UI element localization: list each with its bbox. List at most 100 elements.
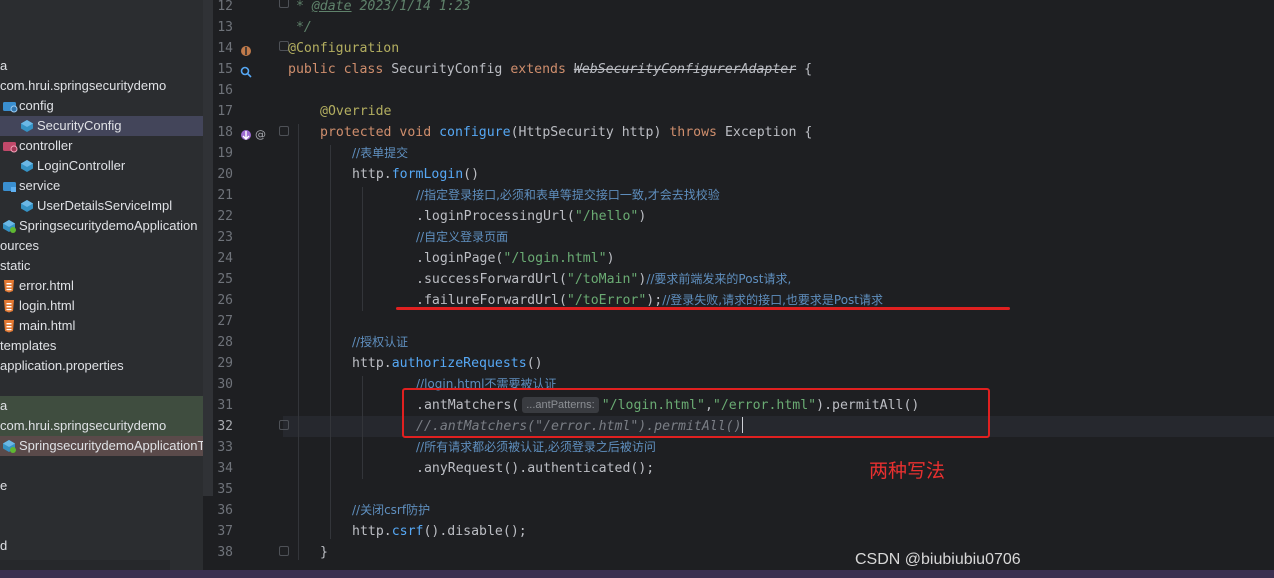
html-file-icon: [2, 319, 16, 333]
line-number: 15: [217, 62, 233, 77]
tree-item[interactable]: com.hrui.springsecuritydemo: [0, 416, 203, 436]
package-config-icon: [2, 99, 18, 113]
watermark: CSDN @biubiubiu0706: [855, 551, 1021, 568]
tree-item-label: UserDetailsServiceImpl: [37, 198, 173, 213]
line-number: 35: [217, 482, 233, 497]
class-icon: [20, 199, 34, 213]
tree-item-label: service: [19, 178, 61, 193]
line-number: 38: [217, 545, 233, 560]
line-number: 28: [217, 335, 233, 350]
tree-item-label: SpringsecuritydemoApplication: [19, 218, 198, 233]
tree-item[interactable]: static: [0, 256, 203, 276]
tree-item[interactable]: error.html: [0, 276, 203, 296]
tree-item[interactable]: config: [0, 96, 203, 116]
annotation-note: 两种写法: [869, 460, 946, 482]
code-line-28[interactable]: //授权认证: [352, 332, 408, 353]
fold-marker[interactable]: [279, 420, 289, 430]
app-class-icon: [2, 219, 16, 233]
tree-item[interactable]: SpringsecuritydemoApplication: [0, 216, 203, 236]
code-line-36[interactable]: //关闭csrf防护: [352, 500, 430, 521]
code-line-18[interactable]: protected void configure(HttpSecurity ht…: [320, 122, 812, 143]
tree-item-label: com.hrui.springsecuritydemo: [0, 418, 167, 433]
tree-item[interactable]: SpringsecuritydemoApplicationT: [0, 436, 203, 456]
tree-item-label: a: [0, 58, 8, 73]
svg-text:@: @: [255, 128, 266, 140]
indent-guide: [362, 376, 363, 479]
tree-item-label: templates: [0, 338, 57, 353]
annotation-gutter-icon[interactable]: @: [255, 125, 267, 141]
line-number: 27: [217, 314, 233, 329]
code-line-15[interactable]: public class SecurityConfig extends WebS…: [288, 59, 812, 80]
code-line-13[interactable]: */: [288, 17, 312, 38]
line-number: 21: [217, 188, 233, 203]
tree-item-label: d: [0, 538, 8, 553]
line-number: 30: [217, 377, 233, 392]
line-number: 26: [217, 293, 233, 308]
code-line-34[interactable]: .anyRequest().authenticated();: [416, 458, 654, 479]
code-line-33[interactable]: //所有请求都必须被认证,必须登录之后被访问: [416, 437, 656, 458]
tree-item[interactable]: SecurityConfig: [0, 116, 203, 136]
class-icon: [20, 159, 34, 173]
line-number-gutter: 12 13 14 15 16 17 18 19 20 21 22 23 24 25 26 27 28 29 30 31…: [213, 0, 289, 570]
html-file-icon: [2, 279, 16, 293]
line-number: 14: [217, 41, 233, 56]
indent-guide: [330, 145, 331, 539]
tree-item[interactable]: ources: [0, 236, 203, 256]
line-number: 13: [217, 20, 233, 35]
code-line-38[interactable]: }: [320, 542, 328, 563]
package-controller-icon: [2, 139, 18, 153]
tree-item[interactable]: controller: [0, 136, 203, 156]
code-line-19[interactable]: //表单提交: [352, 143, 408, 164]
test-class-icon: [2, 439, 16, 453]
fold-marker[interactable]: [279, 126, 289, 136]
bean-gutter-icon[interactable]: [240, 42, 252, 56]
line-number: 29: [217, 356, 233, 371]
code-line-21[interactable]: //指定登录接口,必须和表单等提交接口一致,才会去找校验: [416, 185, 720, 206]
line-number: 36: [217, 503, 233, 518]
code-line-24[interactable]: .loginPage("/login.html"): [416, 248, 615, 269]
indent-guide: [362, 187, 363, 311]
tree-item[interactable]: login.html: [0, 296, 203, 316]
override-gutter-icon[interactable]: [240, 126, 252, 140]
tree-item[interactable]: LoginController: [0, 156, 203, 176]
sidebar-scrollbar[interactable]: [203, 0, 213, 496]
tree-item-label: controller: [19, 138, 73, 153]
line-number: 12: [217, 0, 233, 14]
code-editor[interactable]: 12 13 14 15 16 17 18 19 20 21 22 23 24 25 26 27 28 29 30 31…: [213, 0, 1274, 570]
tree-item[interactable]: application.properties: [0, 356, 203, 376]
tree-item[interactable]: a: [0, 396, 203, 416]
code-line-17[interactable]: @Override: [320, 101, 391, 122]
line-number: 32: [217, 419, 233, 434]
code-line-37[interactable]: http.csrf().disable();: [352, 521, 527, 542]
tree-item[interactable]: UserDetailsServiceImpl: [0, 196, 203, 216]
tree-item[interactable]: service: [0, 176, 203, 196]
tree-item-label: SecurityConfig: [37, 118, 122, 133]
line-number: 24: [217, 251, 233, 266]
line-number: 16: [217, 83, 233, 98]
code-line-25[interactable]: .successForwardUrl("/toMain")//要求前端发来的Po…: [416, 269, 791, 290]
class-icon: [20, 119, 34, 133]
tree-item-label: main.html: [19, 318, 76, 333]
code-line-14[interactable]: @Configuration: [288, 38, 399, 59]
code-line-12[interactable]: * @date 2023/1/14 1:23: [288, 0, 471, 17]
tree-item[interactable]: com.hrui.springsecuritydemo: [0, 76, 203, 96]
fold-marker[interactable]: [279, 546, 289, 556]
tree-item[interactable]: d: [0, 536, 203, 556]
tree-item[interactable]: a: [0, 56, 203, 76]
code-line-29[interactable]: http.authorizeRequests(): [352, 353, 543, 374]
tree-item[interactable]: templates: [0, 336, 203, 356]
line-number: 23: [217, 230, 233, 245]
code-line-23[interactable]: //自定义登录页面: [416, 227, 508, 248]
tree-item-label: error.html: [19, 278, 74, 293]
code-line-20[interactable]: http.formLogin(): [352, 164, 479, 185]
package-service-icon: [2, 179, 16, 193]
line-number: 20: [217, 167, 233, 182]
tree-item-label: a: [0, 398, 8, 413]
find-usages-gutter-icon[interactable]: [240, 63, 252, 78]
tree-item[interactable]: main.html: [0, 316, 203, 336]
line-number: 18: [217, 125, 233, 140]
code-line-22[interactable]: .loginProcessingUrl("/hello"): [416, 206, 646, 227]
tree-item-label: login.html: [19, 298, 75, 313]
tree-item[interactable]: e: [0, 476, 203, 496]
line-number: 34: [217, 461, 233, 476]
